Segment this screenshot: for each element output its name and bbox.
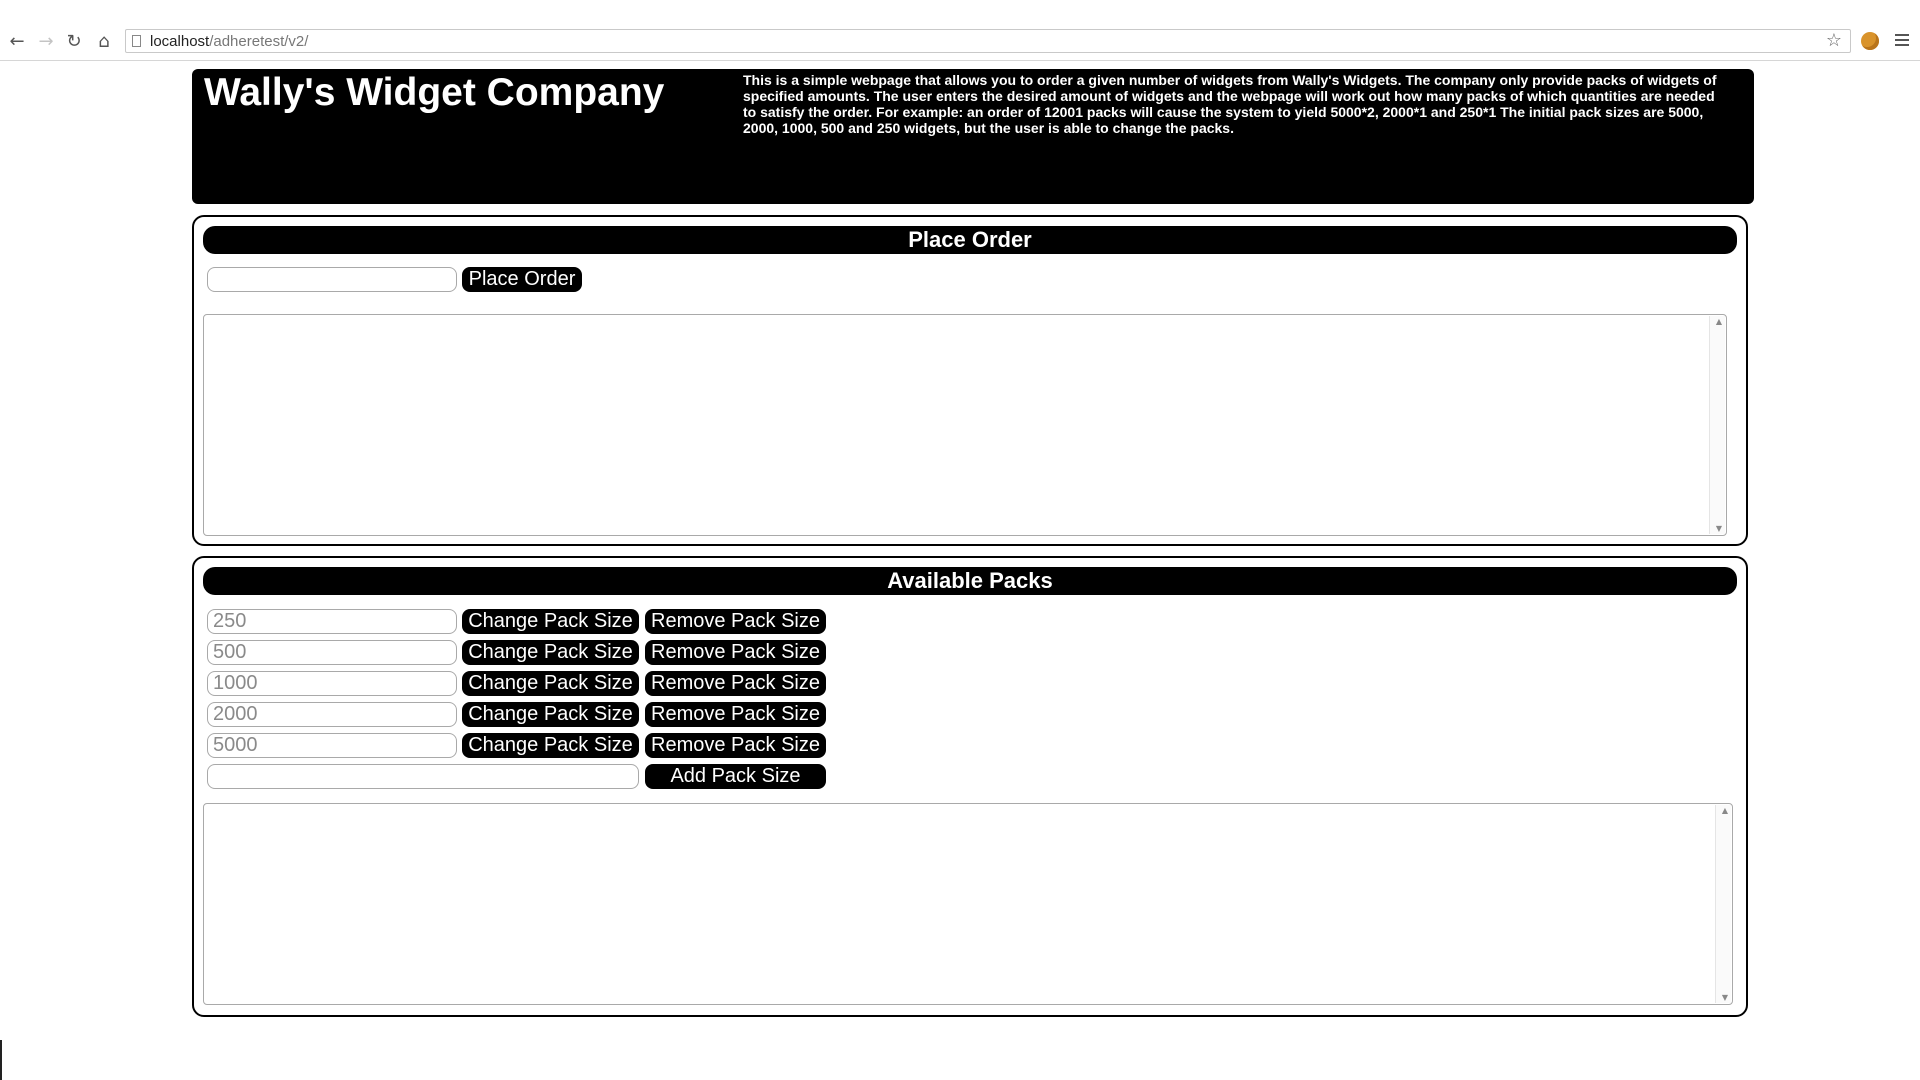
change-pack-size-button[interactable]: Change Pack Size bbox=[462, 733, 639, 758]
site-header: Wally's Widget Company This is a simple … bbox=[192, 69, 1754, 204]
change-pack-size-button[interactable]: Change Pack Size bbox=[462, 609, 639, 634]
pack-size-input-1000[interactable] bbox=[207, 671, 457, 696]
home-icon[interactable]: ⌂ bbox=[93, 30, 115, 52]
pack-size-input-500[interactable] bbox=[207, 640, 457, 665]
remove-pack-size-button[interactable]: Remove Pack Size bbox=[645, 609, 826, 634]
back-icon[interactable]: ← bbox=[6, 30, 28, 52]
menu-icon[interactable] bbox=[1895, 34, 1909, 49]
url-text: localhost/adheretest/v2/ bbox=[150, 33, 308, 50]
text-cursor bbox=[0, 1040, 2, 1080]
forward-icon[interactable]: → bbox=[35, 30, 57, 52]
scroll-down-icon[interactable]: ▼ bbox=[1722, 993, 1728, 1002]
site-title: Wally's Widget Company bbox=[204, 71, 665, 114]
url-path: /adheretest/v2/ bbox=[209, 33, 309, 50]
available-packs-panel: Available Packs Change Pack Size Remove … bbox=[192, 556, 1748, 1017]
bookmark-star-icon[interactable]: ☆ bbox=[1826, 30, 1842, 51]
order-output-scrollbar[interactable] bbox=[1709, 316, 1725, 534]
scroll-down-icon[interactable]: ▼ bbox=[1716, 524, 1722, 533]
page-icon bbox=[132, 35, 141, 47]
order-quantity-input[interactable] bbox=[207, 267, 457, 292]
cookie-extension-icon[interactable] bbox=[1861, 32, 1879, 50]
browser-toolbar: ← → ↻ ⌂ localhost/adheretest/v2/ ☆ bbox=[0, 0, 1920, 61]
pack-size-input-2000[interactable] bbox=[207, 702, 457, 727]
remove-pack-size-button[interactable]: Remove Pack Size bbox=[645, 702, 826, 727]
change-pack-size-button[interactable]: Change Pack Size bbox=[462, 671, 639, 696]
reload-icon[interactable]: ↻ bbox=[63, 30, 85, 52]
remove-pack-size-button[interactable]: Remove Pack Size bbox=[645, 733, 826, 758]
place-order-button[interactable]: Place Order bbox=[462, 267, 582, 292]
order-output-area[interactable]: ▲ ▼ bbox=[203, 314, 1727, 536]
pack-size-input-5000[interactable] bbox=[207, 733, 457, 758]
packs-output-scrollbar[interactable] bbox=[1715, 805, 1731, 1003]
remove-pack-size-button[interactable]: Remove Pack Size bbox=[645, 640, 826, 665]
place-order-heading: Place Order bbox=[203, 226, 1737, 254]
available-packs-heading: Available Packs bbox=[203, 567, 1737, 595]
place-order-panel: Place Order Place Order ▲ ▼ bbox=[192, 215, 1748, 546]
scroll-up-icon[interactable]: ▲ bbox=[1716, 317, 1722, 326]
change-pack-size-button[interactable]: Change Pack Size bbox=[462, 702, 639, 727]
site-description: This is a simple webpage that allows you… bbox=[743, 72, 1717, 136]
remove-pack-size-button[interactable]: Remove Pack Size bbox=[645, 671, 826, 696]
packs-output-area[interactable]: ▲ ▼ bbox=[203, 803, 1733, 1005]
address-bar[interactable]: localhost/adheretest/v2/ ☆ bbox=[125, 29, 1851, 53]
new-pack-size-input[interactable] bbox=[207, 764, 639, 789]
scroll-up-icon[interactable]: ▲ bbox=[1722, 806, 1728, 815]
pack-size-input-250[interactable] bbox=[207, 609, 457, 634]
add-pack-size-button[interactable]: Add Pack Size bbox=[645, 764, 826, 789]
change-pack-size-button[interactable]: Change Pack Size bbox=[462, 640, 639, 665]
url-host: localhost bbox=[150, 33, 210, 50]
